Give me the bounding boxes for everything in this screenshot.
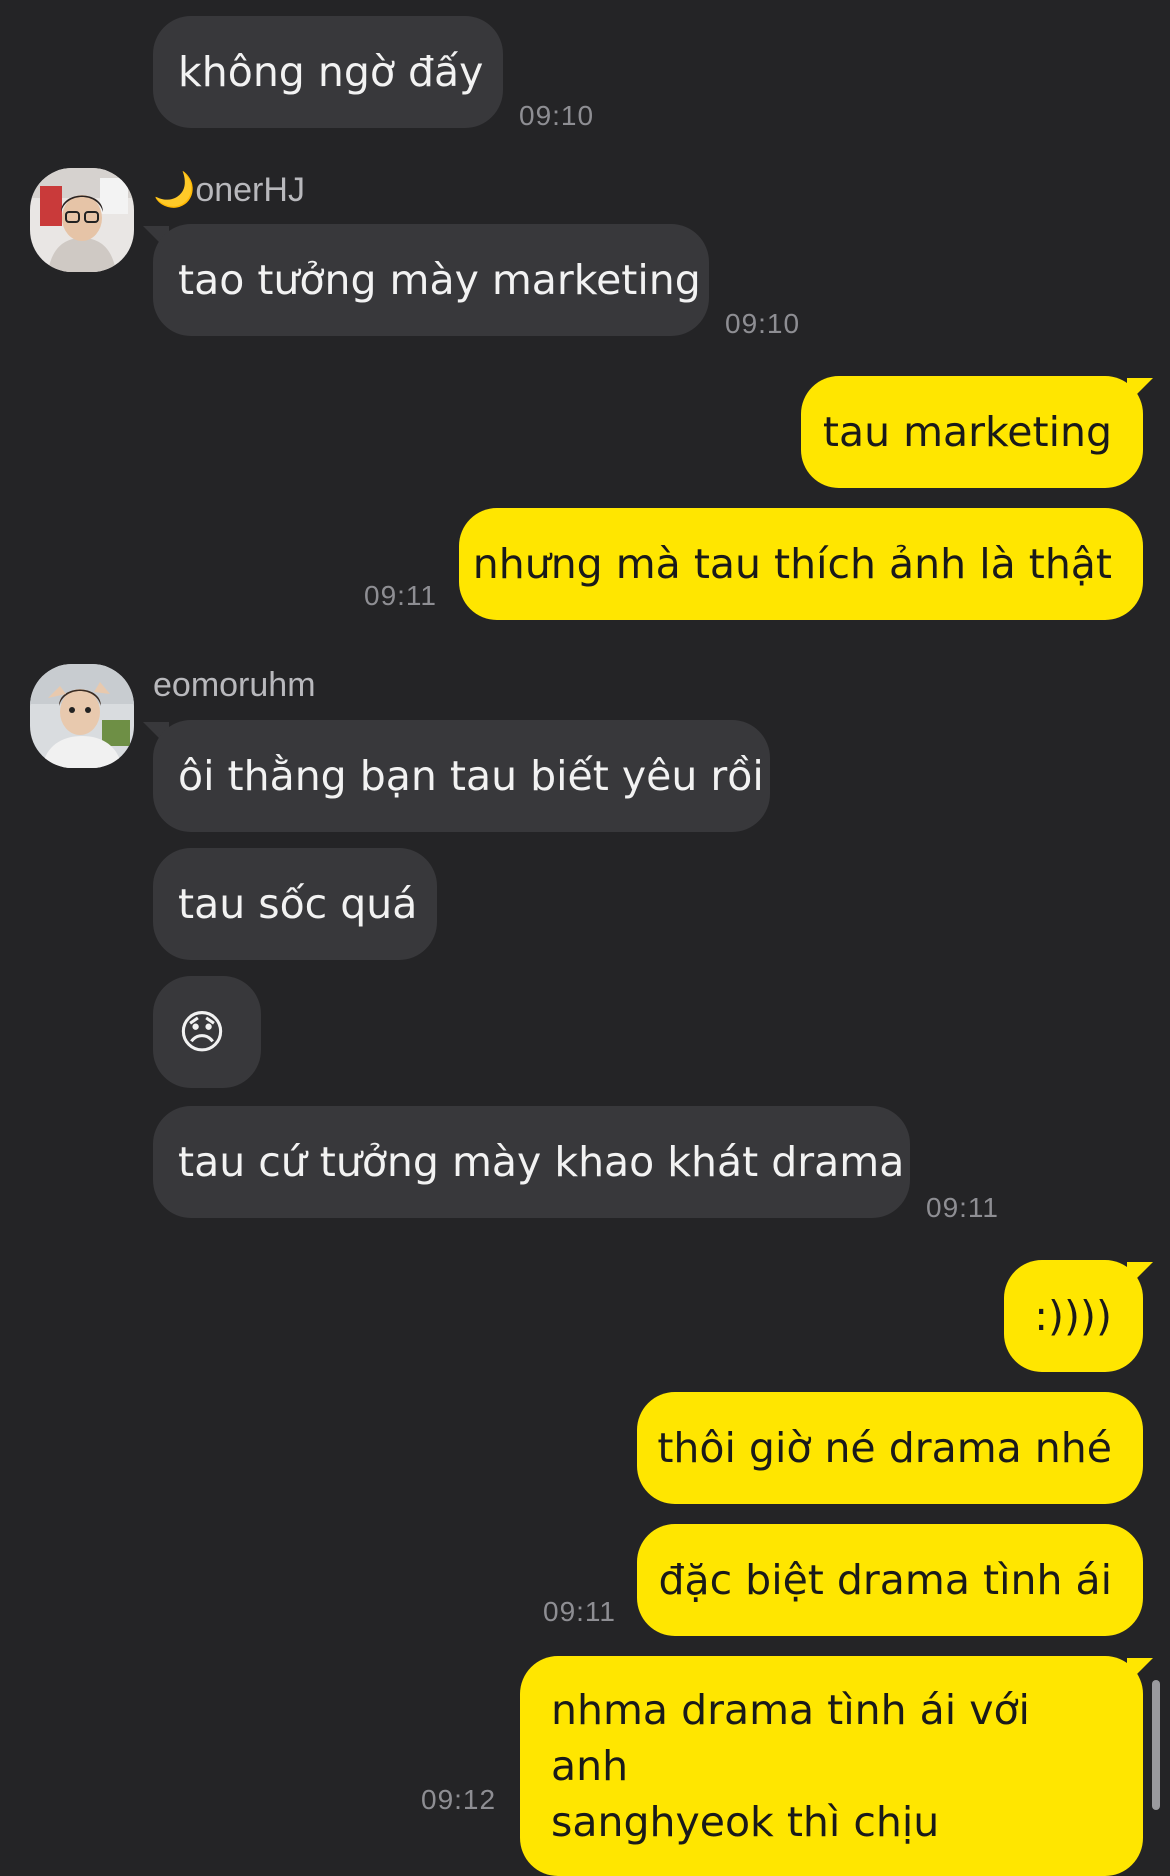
message-text: tau cứ tưởng mày khao khát drama [178, 1138, 905, 1186]
outgoing-message-bubble[interactable]: nhma drama tình ái với anh sanghyeok thì… [520, 1656, 1143, 1876]
message-timestamp: 09:12 [421, 1784, 497, 1815]
message-text: tao tưởng mày marketing [178, 256, 701, 304]
message-text: :)))) [1034, 1292, 1112, 1340]
incoming-message-bubble[interactable]: tau sốc quá [153, 848, 437, 960]
outgoing-message-bubble[interactable]: :)))) [1004, 1260, 1143, 1372]
incoming-message-bubble[interactable]: tau cứ tưởng mày khao khát drama [153, 1106, 910, 1218]
message-text-line-1: nhma drama tình ái với anh [551, 1686, 1030, 1790]
message-timestamp: 09:11 [926, 1192, 999, 1223]
message-text: tau marketing [822, 408, 1112, 456]
sender-name: eomoruhm [153, 666, 316, 704]
message-text: đặc biệt drama tình ái [658, 1556, 1112, 1604]
outgoing-message-bubble[interactable]: đặc biệt drama tình ái [637, 1524, 1143, 1636]
scrollbar[interactable] [1152, 1680, 1160, 1810]
avatar[interactable] [30, 664, 134, 768]
message-timestamp: 09:10 [725, 308, 801, 339]
message-timestamp: 09:11 [364, 580, 437, 611]
avatar-photo-icon [30, 664, 134, 768]
avatar[interactable] [30, 168, 134, 272]
message-text: không ngờ đấy [178, 48, 484, 96]
message-text: thôi giờ né drama nhé [657, 1424, 1112, 1472]
outgoing-message-bubble[interactable]: thôi giờ né drama nhé [637, 1392, 1143, 1504]
incoming-message-bubble[interactable]: không ngờ đấy [153, 16, 503, 128]
incoming-message-bubble[interactable]: tao tưởng mày marketing [153, 224, 709, 336]
message-text: tau sốc quá [178, 880, 418, 928]
sender-name: 🌙onerHJ [153, 171, 305, 209]
message-timestamp: 09:10 [519, 100, 595, 131]
incoming-message-bubble[interactable]: ôi thằng bạn tau biết yêu rồi [153, 720, 770, 832]
outgoing-message-bubble[interactable]: tau marketing [801, 376, 1143, 488]
message-timestamp: 09:11 [543, 1596, 616, 1627]
message-text: ôi thằng bạn tau biết yêu rồi [178, 752, 764, 800]
avatar-photo-icon [30, 168, 134, 272]
incoming-emoji-bubble[interactable]: 😞 [153, 976, 261, 1088]
outgoing-message-bubble[interactable]: nhưng mà tau thích ảnh là thật [459, 508, 1143, 620]
disappointed-face-icon: 😞 [178, 1005, 226, 1059]
chat-window: không ngờ đấy 09:10 🌙onerHJ tao tưởng mà… [0, 0, 1170, 1876]
message-text: nhưng mà tau thích ảnh là thật [472, 540, 1112, 588]
message-text-line-2: sanghyeok thì chịu [551, 1798, 940, 1846]
